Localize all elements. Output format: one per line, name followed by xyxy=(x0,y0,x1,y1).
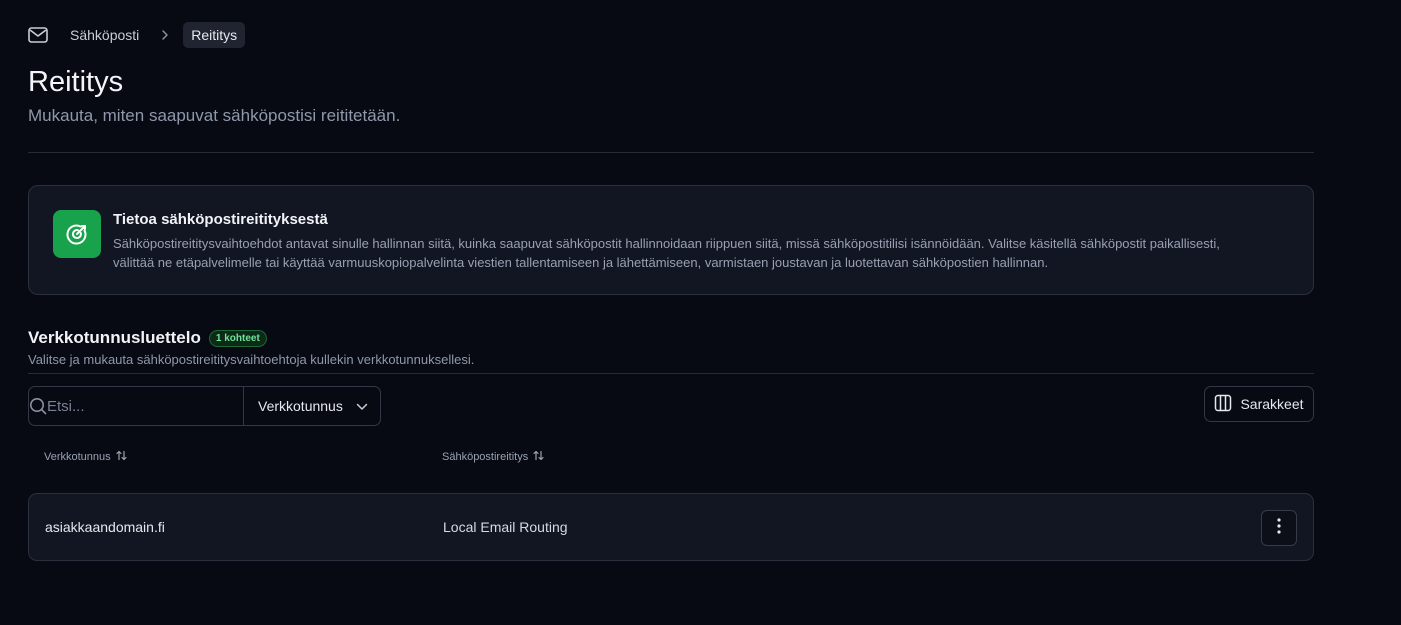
table-header: Verkkotunnus Sähköpostireititys xyxy=(28,448,1314,468)
count-badge: 1 kohteet xyxy=(208,329,267,347)
search-input[interactable] xyxy=(47,387,246,425)
page: Sähköposti Reititys Reititys Mukauta, mi… xyxy=(0,0,1401,625)
sort-icon xyxy=(533,450,544,464)
more-vertical-icon xyxy=(1277,517,1281,539)
breadcrumb-current: Reititys xyxy=(183,22,246,48)
search-filter-group: Verkkotunnus xyxy=(28,386,381,426)
table-row[interactable]: asiakkaandomain.fi Local Email Routing xyxy=(28,493,1314,561)
routing-cell: Local Email Routing xyxy=(443,519,568,535)
mail-icon[interactable] xyxy=(28,22,56,48)
breadcrumb: Sähköposti Reititys xyxy=(28,22,246,48)
breadcrumb-parent[interactable]: Sähköposti xyxy=(70,27,139,43)
domain-filter-select[interactable]: Verkkotunnus xyxy=(244,387,380,425)
chevron-right-icon xyxy=(161,29,169,41)
column-header-label: Sähköpostireititys xyxy=(442,451,529,463)
columns-button[interactable]: Sarakkeet xyxy=(1204,386,1314,422)
row-actions-button[interactable] xyxy=(1261,510,1297,546)
page-title: Reititys xyxy=(28,66,124,98)
search-box xyxy=(29,387,246,425)
section-subtitle: Valitse ja mukauta sähköpostireititysvai… xyxy=(28,352,475,367)
section-title-text: Verkkotunnusluettelo xyxy=(28,328,201,347)
filter-label: Verkkotunnus xyxy=(258,398,343,414)
info-text: Sähköpostireititysvaihtoehdot antavat si… xyxy=(113,236,1220,270)
columns-label: Sarakkeet xyxy=(1240,396,1304,412)
domain-cell: asiakkaandomain.fi xyxy=(45,519,165,535)
chevron-down-icon xyxy=(356,398,368,414)
page-subtitle: Mukauta, miten saapuvat sähköpostisi rei… xyxy=(28,106,401,125)
columns-icon xyxy=(1214,394,1232,415)
section-title: Verkkotunnusluettelo 1 kohteet xyxy=(28,328,267,348)
divider xyxy=(28,373,1314,374)
info-card: Tietoa sähköpostireitityksestä Sähköpost… xyxy=(28,185,1314,295)
target-icon xyxy=(53,210,101,258)
column-header-label: Verkkotunnus xyxy=(44,451,111,463)
search-icon xyxy=(29,397,47,415)
info-title: Tietoa sähköpostireitityksestä xyxy=(113,211,328,228)
column-header-domain[interactable]: Verkkotunnus xyxy=(44,450,127,464)
sort-icon xyxy=(116,450,127,464)
column-header-routing[interactable]: Sähköpostireititys xyxy=(442,450,544,464)
divider xyxy=(28,152,1314,153)
